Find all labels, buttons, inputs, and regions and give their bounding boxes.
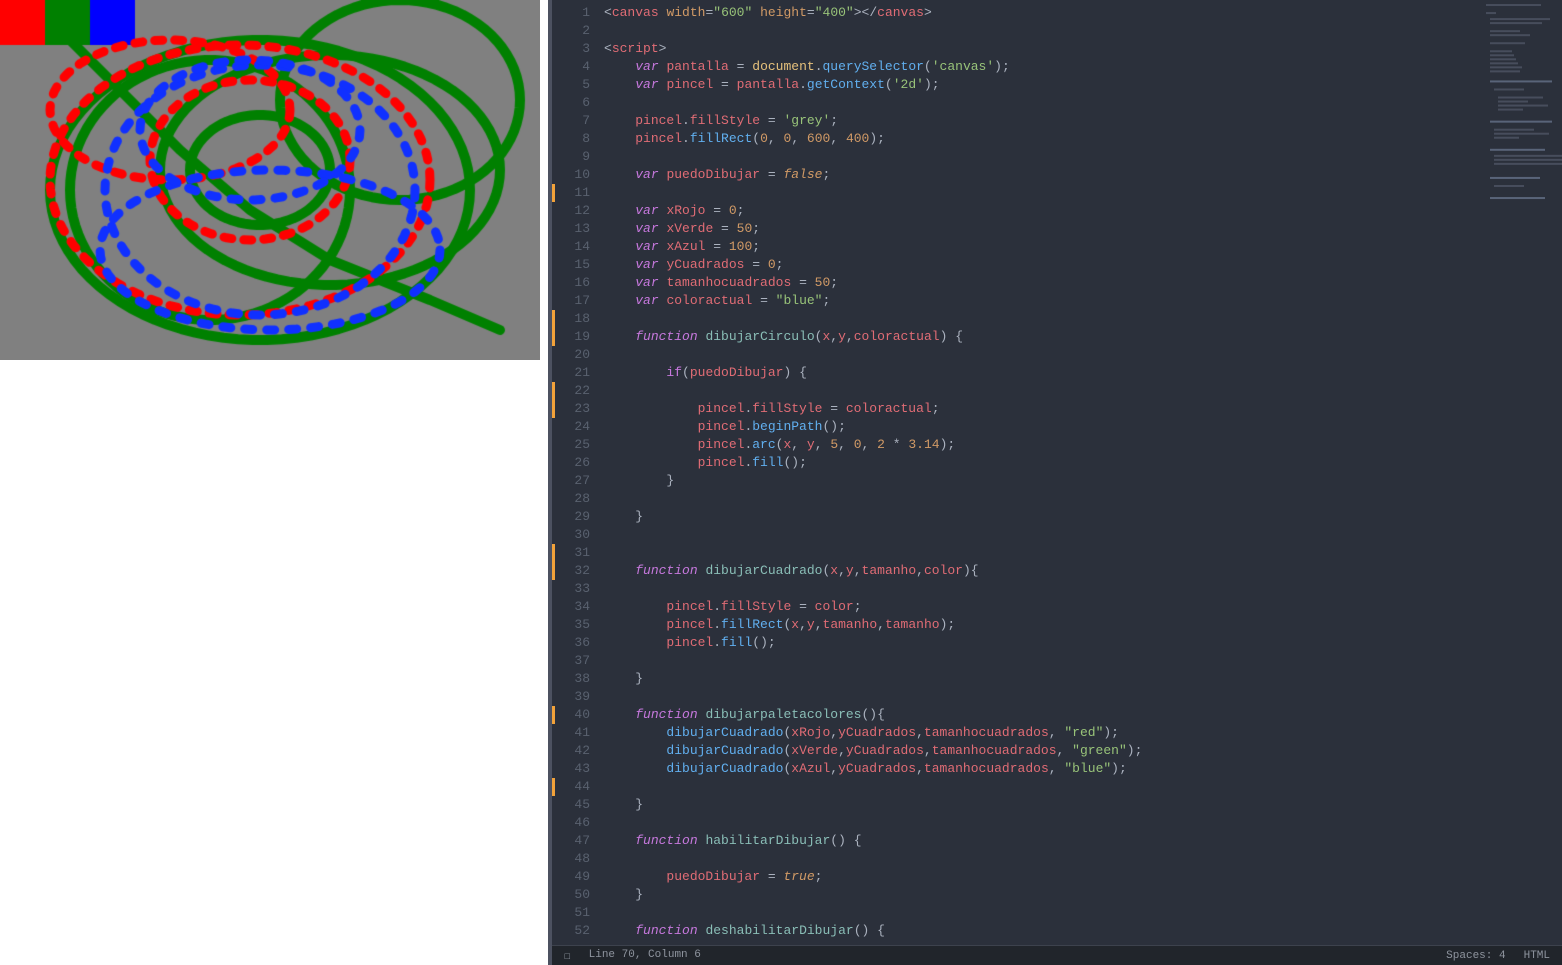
- status-checkbox-icon[interactable]: ☐: [564, 949, 571, 963]
- line-number-gutter: 1234567891011121314151617181920212223242…: [552, 0, 598, 945]
- status-spaces[interactable]: Spaces: 4: [1446, 950, 1505, 962]
- preview-canvas[interactable]: [0, 0, 540, 360]
- preview-pane: [0, 0, 548, 965]
- status-bar: ☐ Line 70, Column 6 Spaces: 4 HTML: [552, 945, 1562, 965]
- editor-viewport[interactable]: 1234567891011121314151617181920212223242…: [552, 0, 1562, 945]
- code-area[interactable]: <canvas width="600" height="400"></canva…: [598, 0, 1562, 945]
- status-line-col[interactable]: Line 70, Column 6: [589, 949, 701, 963]
- editor-pane: 1234567891011121314151617181920212223242…: [548, 0, 1562, 965]
- status-lang[interactable]: HTML: [1524, 950, 1550, 962]
